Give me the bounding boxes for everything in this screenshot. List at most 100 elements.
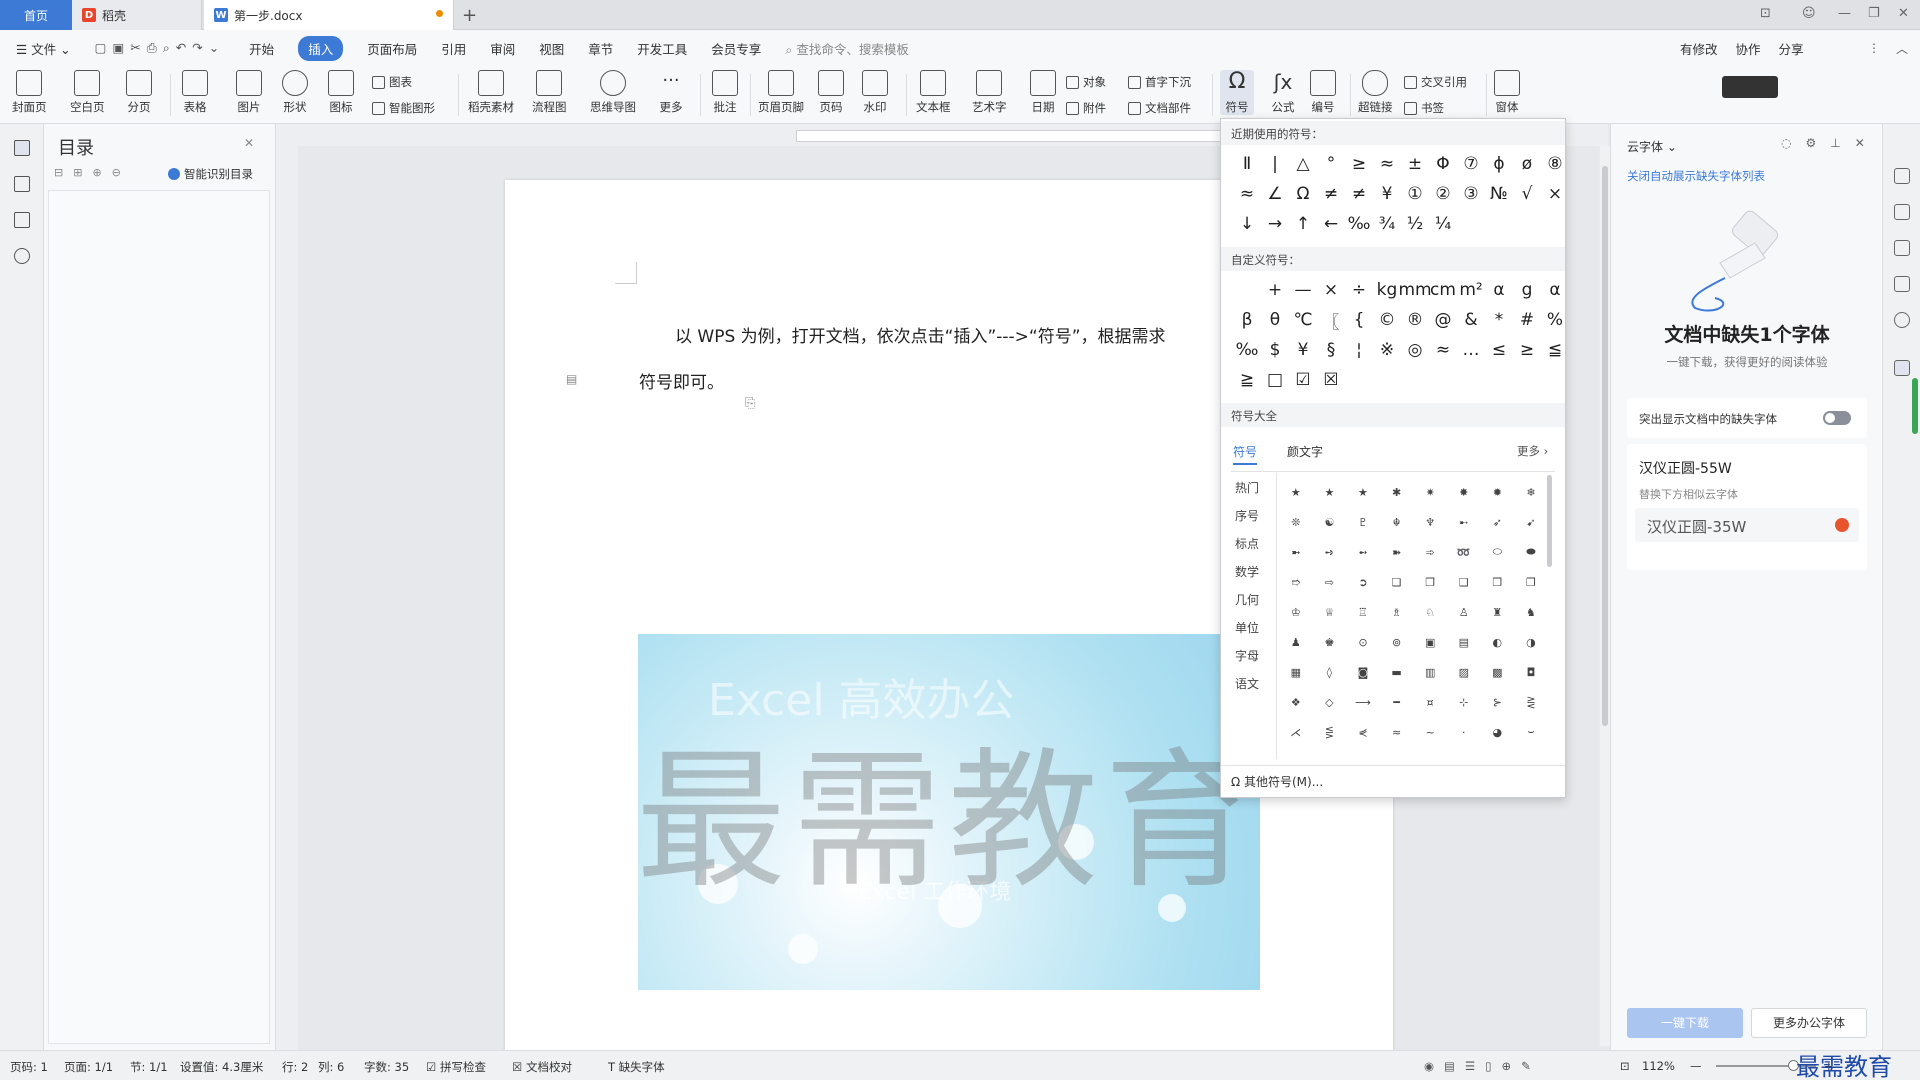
add-tab-button[interactable]: +	[462, 0, 477, 30]
tab-symbols[interactable]: 符号	[1233, 443, 1258, 465]
symbol-cell[interactable]: ➱	[1279, 567, 1313, 597]
chart-button[interactable]: 图表	[372, 74, 412, 90]
menu-review[interactable]: 审阅	[490, 39, 515, 58]
tab-home[interactable]: 首页	[0, 0, 72, 30]
missing-font-status[interactable]: T 缺失字体	[608, 1059, 665, 1075]
collaborate-button[interactable]: 协作	[1736, 39, 1761, 58]
close-panel-icon[interactable]: ✕	[1855, 136, 1865, 150]
symbol-cell[interactable]: ÷	[1345, 275, 1373, 305]
other-symbols-button[interactable]: Ω 其他符号(M)...	[1231, 773, 1323, 790]
symbol-cell[interactable]	[1233, 275, 1261, 305]
header-footer-button[interactable]: 页眉页脚	[758, 70, 804, 115]
symbol-cell[interactable]: kg	[1373, 275, 1401, 305]
menu-start[interactable]: 开始	[249, 39, 274, 58]
symbol-cell[interactable]: ~	[1413, 717, 1447, 747]
symbol-cell[interactable]: ◙	[1346, 657, 1380, 687]
symbol-cell[interactable]: ×	[1317, 275, 1345, 305]
symbol-cell[interactable]: ➻	[1346, 537, 1380, 567]
highlight-toggle[interactable]	[1823, 411, 1851, 425]
symbol-cell[interactable]: ▥	[1413, 657, 1447, 687]
symbol-cell[interactable]: ◊	[1313, 657, 1347, 687]
symbol-cell[interactable]: ➿	[1447, 537, 1481, 567]
mindmap-button[interactable]: 思维导图	[590, 70, 636, 115]
symbol-cell[interactable]: ◑	[1514, 627, 1548, 657]
collapse-icon[interactable]: ⊟	[54, 166, 63, 179]
section-nav-icon[interactable]	[14, 176, 30, 192]
spell-check-button[interactable]: ☑ 拼写检查	[426, 1059, 486, 1075]
symbol-cell[interactable]: ≥	[1513, 335, 1541, 365]
symbol-cell[interactable]: ‰	[1345, 209, 1373, 239]
symbol-cell[interactable]: ☯	[1313, 507, 1347, 537]
symbol-cell[interactable]: ①	[1401, 179, 1429, 209]
more-menu-icon[interactable]: ⋮	[1868, 41, 1880, 55]
symbol-cell[interactable]: m²	[1457, 275, 1485, 305]
symbol-cell[interactable]: ±	[1401, 149, 1429, 179]
shape-button[interactable]: 形状	[282, 70, 308, 115]
close-auto-list-link[interactable]: 关闭自动展示缺失字体列表	[1627, 168, 1765, 184]
symbol-cell[interactable]: ➾	[1413, 537, 1447, 567]
scroll-thumb[interactable]	[1602, 166, 1608, 726]
symbol-cell[interactable]: ❑	[1447, 567, 1481, 597]
symbol-cell[interactable]: ♖	[1346, 597, 1380, 627]
symbol-cell[interactable]: ♗	[1380, 597, 1414, 627]
symbol-cell[interactable]: √	[1513, 179, 1541, 209]
date-button[interactable]: 日期	[1030, 70, 1056, 115]
wordart-button[interactable]: 艺术字	[972, 70, 1007, 115]
symbol-cell[interactable]: ▣	[1413, 627, 1447, 657]
symbol-cell[interactable]: ☑	[1289, 365, 1317, 395]
symbol-cell[interactable]: ✹	[1481, 477, 1515, 507]
symbol-cell[interactable]: α	[1485, 275, 1513, 305]
symbol-cell[interactable]: ❏	[1380, 567, 1414, 597]
tab-document[interactable]: W 第一步.docx	[204, 0, 454, 30]
symbol-cell[interactable]: ≈	[1233, 179, 1261, 209]
edit-icon[interactable]	[1894, 204, 1910, 220]
symbol-cell[interactable]: ☬	[1380, 507, 1414, 537]
paragraph-line-1[interactable]: 以 WPS 为例，打开文档，依次点击“插入”--->“符号”，根据需求	[675, 322, 1166, 347]
close-window-icon[interactable]: ✕	[1898, 6, 1909, 21]
symbol-cell[interactable]: ❒	[1514, 567, 1548, 597]
attachment-button[interactable]: 附件	[1066, 100, 1106, 116]
pin-icon[interactable]: ⊥	[1830, 136, 1840, 150]
symbol-cell[interactable]: ·	[1447, 717, 1481, 747]
symbol-cell[interactable]: ⊙	[1346, 627, 1380, 657]
symbol-cell[interactable]: ◐	[1481, 627, 1515, 657]
symbol-cell[interactable]: ≠	[1345, 179, 1373, 209]
symbol-cell[interactable]: Ω	[1289, 179, 1317, 209]
symbol-cell[interactable]: ③	[1457, 179, 1485, 209]
symbol-cell[interactable]: ⌣	[1514, 717, 1548, 747]
symbol-cell[interactable]: ②	[1429, 179, 1457, 209]
remove-icon[interactable]: ⊖	[112, 166, 121, 179]
symbol-cell[interactable]: ◇	[1313, 687, 1347, 717]
symbol-cell[interactable]: ▦	[1279, 657, 1313, 687]
object-button[interactable]: 对象	[1066, 74, 1106, 90]
toc-icon[interactable]	[14, 140, 30, 156]
symbol-cell[interactable]: ℃	[1289, 305, 1317, 335]
symbol-cell[interactable]: ♙	[1447, 597, 1481, 627]
symbol-cell[interactable]: ◕	[1481, 717, 1515, 747]
symbol-cell[interactable]: ⊚	[1380, 627, 1414, 657]
symbol-cell[interactable]: ※	[1373, 335, 1401, 365]
symbol-cell[interactable]: ━	[1380, 687, 1414, 717]
symbol-cell[interactable]: °	[1317, 149, 1345, 179]
symbol-cell[interactable]: ≦	[1541, 335, 1569, 365]
symbol-cell[interactable]: ♔	[1279, 597, 1313, 627]
find-icon[interactable]	[14, 248, 30, 264]
symbol-cell[interactable]: ♜	[1481, 597, 1515, 627]
cross-reference-button[interactable]: 交叉引用	[1404, 74, 1467, 90]
symbol-scrollbar[interactable]	[1547, 475, 1552, 567]
symbol-cell[interactable]: ▬	[1380, 657, 1414, 687]
daoke-material-button[interactable]: 稻壳素材	[468, 70, 514, 115]
menu-file[interactable]: ☰ 文件 ⌄	[16, 39, 71, 58]
symbol-cell[interactable]: #	[1513, 305, 1541, 335]
symbol-cell[interactable]: ✱	[1380, 477, 1414, 507]
menu-view[interactable]: 视图	[539, 39, 564, 58]
symbol-cell[interactable]: ∠	[1261, 179, 1289, 209]
symbol-cell[interactable]: □	[1261, 365, 1289, 395]
zoom-level[interactable]: 112%	[1642, 1059, 1675, 1073]
symbol-cell[interactable]: ★	[1313, 477, 1347, 507]
symbol-button[interactable]: Ω 符号	[1220, 70, 1254, 115]
symbol-cell[interactable]: ¥	[1289, 335, 1317, 365]
share-button[interactable]: 分享	[1779, 39, 1804, 58]
symbol-cell[interactable]: ↓	[1233, 209, 1261, 239]
symbol-cell[interactable]: ¼	[1429, 209, 1457, 239]
